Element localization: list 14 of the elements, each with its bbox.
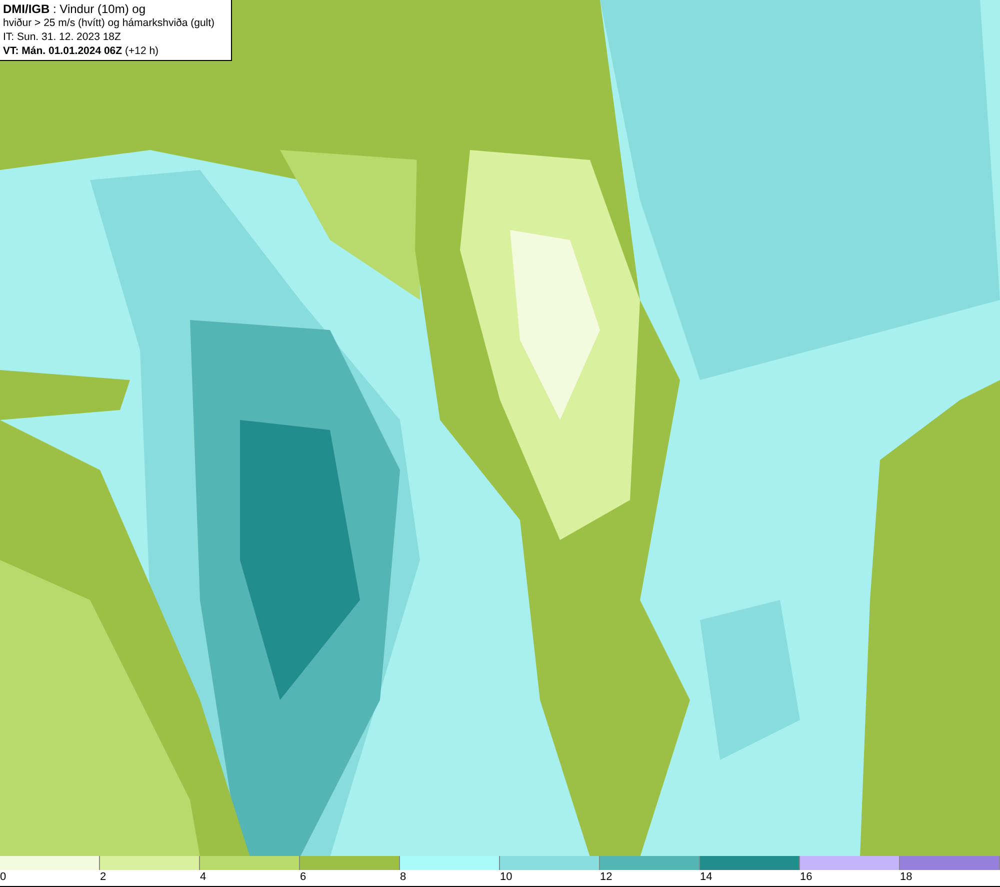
legend-label: 4 [200,870,206,886]
legend-label: 0 [0,870,6,886]
legend-label: 12 [600,870,612,886]
header-text: IT: Sun. 31. 12. 2023 18Z [3,30,122,44]
legend-label: 10 [500,870,512,886]
legend-label: 2 [100,870,106,886]
legend-label: 16 [800,870,812,886]
legend-label: 8 [400,870,406,886]
legend-label: 18 [900,870,912,886]
header-text: DMI/IGB : Vindur (10m) og [3,2,146,16]
header-text: VT: Mán. 01.01.2024 06Z (+12 h) [3,44,160,58]
legend-label: 6 [300,870,306,886]
header-text: hviður > 25 m/s (hvítt) og hámarkshviða (gult) [3,16,216,30]
legend-label: 14 [700,870,712,886]
